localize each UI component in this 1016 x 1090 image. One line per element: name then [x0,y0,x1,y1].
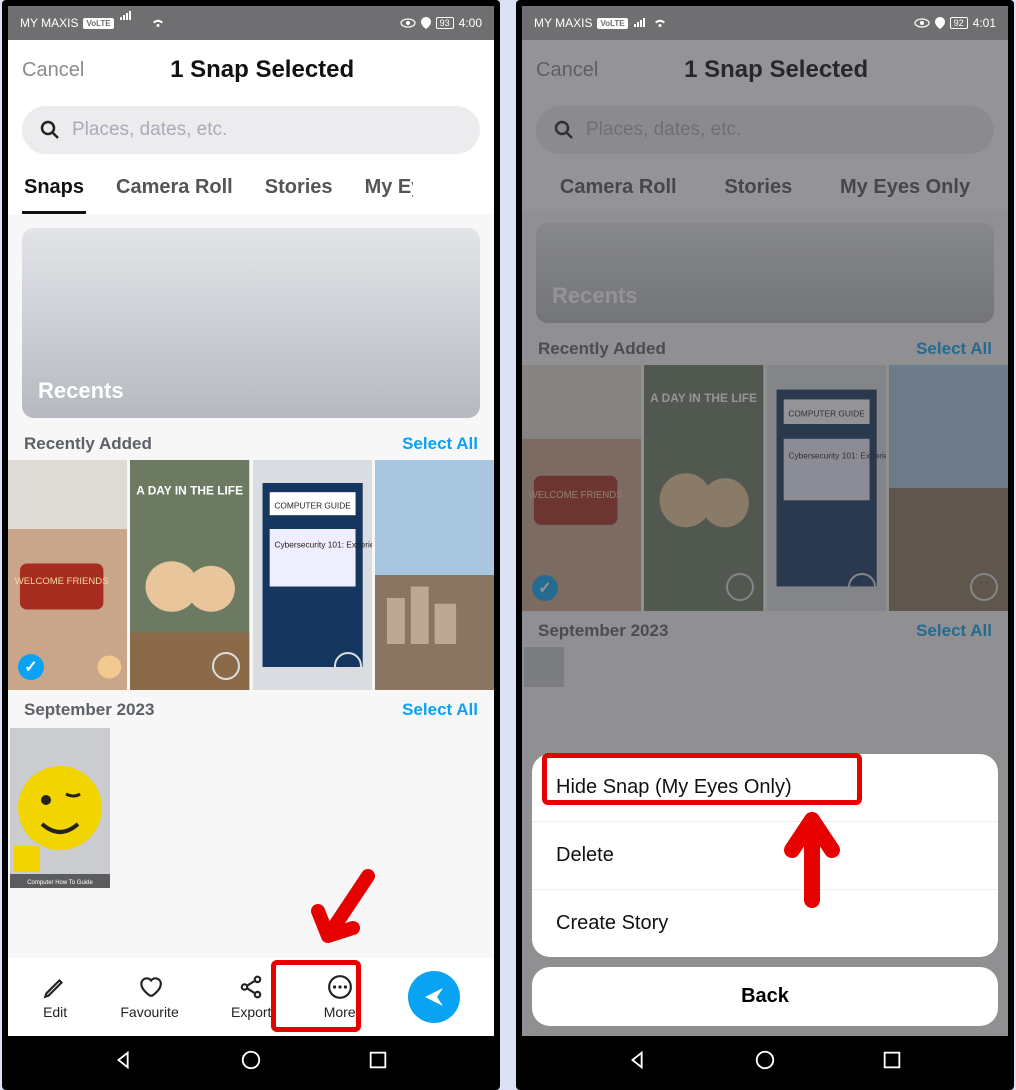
tab-snaps[interactable]: Snaps [22,168,86,214]
svg-text:WELCOME FRIENDS: WELCOME FRIENDS [15,576,109,586]
page-title: 1 Snap Selected [44,56,480,84]
android-navbar [522,1036,1008,1084]
wifi-icon [652,17,668,29]
share-icon [238,974,264,1000]
tab-my-eyes-only[interactable]: My Eyes Only [363,168,413,214]
snap-thumb[interactable]: Computer How To Guide [10,728,110,888]
svg-text:Computer How To Guide: Computer How To Guide [27,880,93,886]
export-button[interactable]: Export [231,974,271,1020]
selected-check-icon: ✓ [18,654,44,680]
svg-text:Cybersecurity 101: Experience: Cybersecurity 101: Experience [274,541,372,550]
nav-recent-icon[interactable] [367,1049,389,1071]
sheet-delete[interactable]: Delete [532,822,998,890]
screen: Cancel 1 Snap Selected Camera Roll Stori… [522,40,1008,1036]
snap-thumb[interactable] [375,460,494,690]
nav-back-icon[interactable] [113,1049,135,1071]
carrier-label: MY MAXIS [534,16,592,30]
svg-text:COMPUTER GUIDE: COMPUTER GUIDE [274,501,351,510]
action-sheet: Hide Snap (My Eyes Only) Delete Create S… [532,754,998,1026]
heart-icon [137,974,163,1000]
battery-badge: 93 [436,17,454,29]
more-button[interactable]: More [324,974,356,1020]
phone-right: MY MAXIS VoLTE 92 4:01 Cancel 1 Snap Sel… [516,0,1014,1090]
section-recently-added: Recently Added Select All [8,428,494,460]
nav-home-icon[interactable] [240,1049,262,1071]
sheet-back-button[interactable]: Back [532,967,998,1026]
select-ring-icon [334,652,362,680]
svg-text:A DAY IN THE LIFE: A DAY IN THE LIFE [136,485,243,498]
tabs: Snaps Camera Roll Stories My Eyes Only [8,164,494,214]
thumb-row: WELCOME FRIENDS ✓ A DAY IN THE LIFE COMP… [8,460,494,694]
send-icon [422,985,446,1009]
location-icon [935,17,945,29]
volte-badge: VoLTE [597,18,627,29]
section-september: September 2023 Select All [8,694,494,726]
signal-icon [633,17,647,29]
wifi-icon [150,17,166,29]
snap-thumb[interactable]: WELCOME FRIENDS ✓ [8,460,127,690]
carrier-label: MY MAXIS [20,16,78,30]
status-bar: MY MAXIS VoLTE 92 4:01 [522,6,1008,40]
status-bar: MY MAXIS VoLTE 93 4:00 [8,6,494,40]
send-button[interactable] [408,971,460,1023]
select-all-button[interactable]: Select All [402,700,478,720]
pencil-icon [42,974,68,1000]
edit-button[interactable]: Edit [42,974,68,1020]
clock-label: 4:00 [459,16,482,30]
location-icon [421,17,431,29]
snap-thumb[interactable]: COMPUTER GUIDE Cybersecurity 101: Experie… [253,460,372,690]
nav-back-icon[interactable] [627,1049,649,1071]
recents-card[interactable]: Recents [22,228,480,418]
search-field[interactable] [22,106,480,154]
eye-icon [400,18,416,28]
sheet-create-story[interactable]: Create Story [532,890,998,957]
battery-badge: 92 [950,17,968,29]
more-icon [327,974,353,1000]
volte-badge: VoLTE [83,18,113,29]
snap-thumb[interactable]: A DAY IN THE LIFE [130,460,249,690]
search-icon [40,120,60,140]
phone-left: MY MAXIS VoLTE 93 4:00 Cancel 1 Snap Sel… [2,0,500,1090]
select-all-button[interactable]: Select All [402,434,478,454]
nav-recent-icon[interactable] [881,1049,903,1071]
header: Cancel 1 Snap Selected [8,40,494,100]
android-navbar [8,1036,494,1084]
signal-icon [119,10,145,36]
sheet-hide-snap[interactable]: Hide Snap (My Eyes Only) [532,754,998,822]
recents-label: Recents [38,378,124,404]
eye-icon [914,18,930,28]
section-name: Recently Added [24,434,152,454]
tab-camera-roll[interactable]: Camera Roll [114,168,235,214]
favourite-button[interactable]: Favourite [120,974,178,1020]
tab-stories[interactable]: Stories [263,168,335,214]
search-input[interactable] [72,119,462,141]
select-ring-icon [212,652,240,680]
bottom-toolbar: Edit Favourite Export More [8,958,494,1036]
clock-label: 4:01 [973,16,996,30]
section-name: September 2023 [24,700,154,720]
nav-home-icon[interactable] [754,1049,776,1071]
arrow-annotation [308,866,388,966]
screen: Cancel 1 Snap Selected Snaps Camera Roll… [8,40,494,1036]
